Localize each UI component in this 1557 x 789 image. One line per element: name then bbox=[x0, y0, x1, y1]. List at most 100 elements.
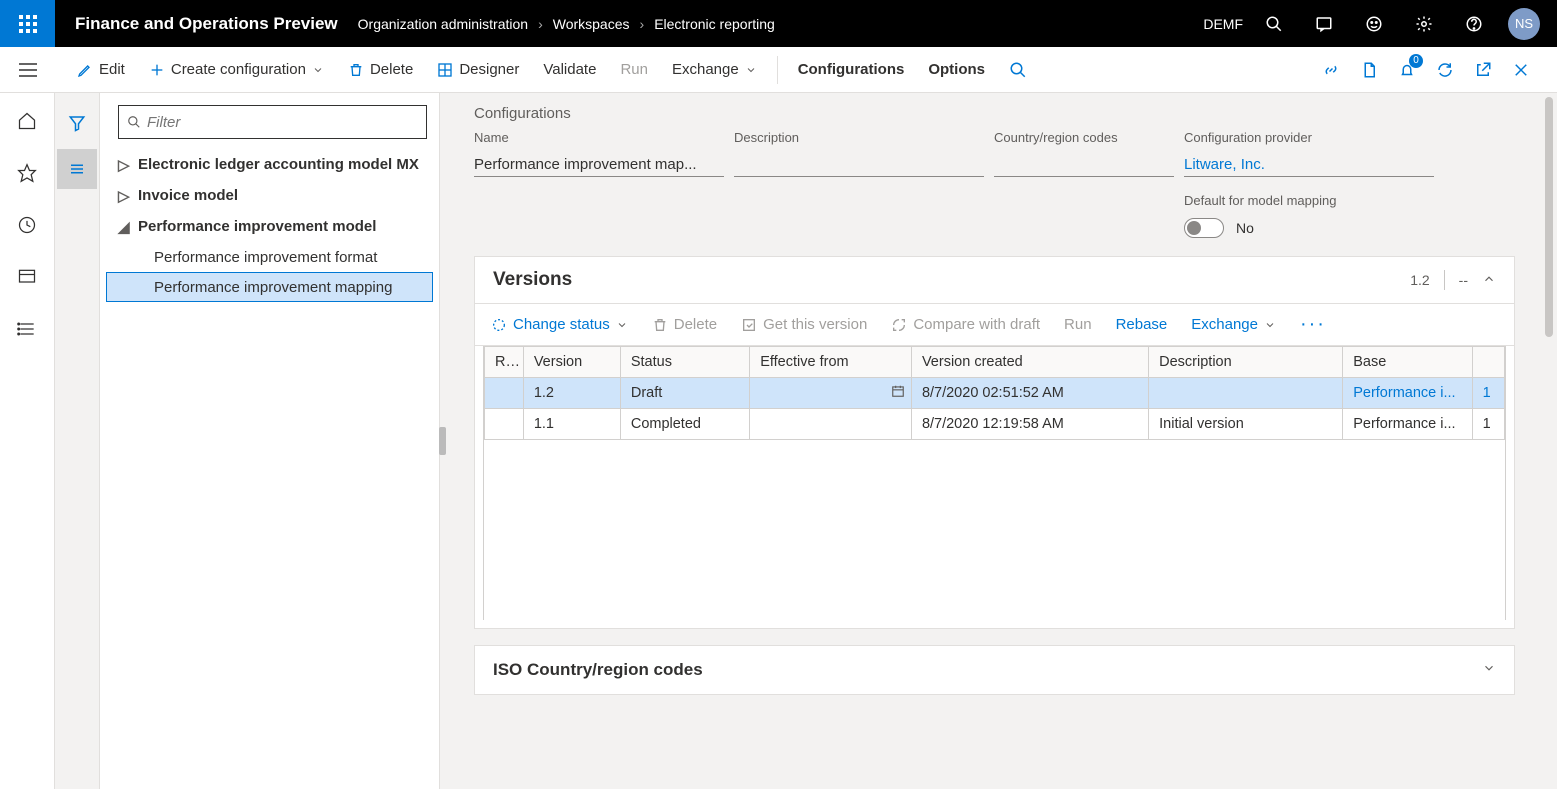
get-version-button: Get this version bbox=[733, 312, 875, 337]
caret-right-icon: ▷ bbox=[118, 187, 132, 205]
tree-node-perf-mapping[interactable]: Performance improvement mapping bbox=[106, 272, 433, 302]
recent-icon[interactable] bbox=[9, 207, 45, 243]
company-picker[interactable]: DEMF bbox=[1203, 16, 1243, 32]
change-status-button[interactable]: Change status bbox=[483, 312, 636, 337]
provider-label: Configuration provider bbox=[1184, 130, 1434, 145]
list-icon[interactable] bbox=[57, 149, 97, 189]
options-tab[interactable]: Options bbox=[916, 61, 997, 78]
chevron-right-icon: › bbox=[538, 16, 543, 32]
popout-icon[interactable] bbox=[1465, 52, 1501, 88]
settings-icon[interactable] bbox=[1401, 0, 1447, 47]
exchange-button[interactable]: Exchange bbox=[660, 61, 769, 78]
download-icon bbox=[741, 317, 757, 333]
divider bbox=[1444, 270, 1445, 290]
breadcrumb-er[interactable]: Electronic reporting bbox=[654, 16, 775, 32]
col-bn[interactable] bbox=[1472, 347, 1504, 378]
col-effective[interactable]: Effective from bbox=[750, 347, 912, 378]
col-r[interactable]: R... bbox=[485, 347, 524, 378]
tree-node-perf-model[interactable]: ◢Performance improvement model bbox=[106, 211, 433, 242]
breadcrumb-workspaces[interactable]: Workspaces bbox=[553, 16, 630, 32]
help-icon[interactable] bbox=[1451, 0, 1497, 47]
divider bbox=[777, 56, 778, 84]
iso-title: ISO Country/region codes bbox=[493, 660, 1482, 680]
table-row[interactable]: 1.1 Completed 8/7/2020 12:19:58 AM Initi… bbox=[485, 409, 1505, 440]
filter-field[interactable] bbox=[147, 114, 418, 131]
user-avatar[interactable]: NS bbox=[1501, 0, 1547, 47]
status-icon bbox=[491, 317, 507, 333]
run-button: Run bbox=[608, 61, 660, 78]
modules-icon[interactable] bbox=[9, 311, 45, 347]
home-icon[interactable] bbox=[9, 103, 45, 139]
search-icon bbox=[127, 115, 141, 129]
calendar-icon[interactable] bbox=[891, 384, 905, 402]
funnel-icon[interactable] bbox=[57, 103, 97, 143]
more-icon[interactable]: ··· bbox=[1292, 313, 1334, 336]
version-run-button: Run bbox=[1056, 312, 1100, 337]
chevron-down-icon bbox=[616, 319, 628, 331]
version-delete-button: Delete bbox=[644, 312, 725, 337]
tree-node-invoice[interactable]: ▷Invoice model bbox=[106, 180, 433, 211]
close-icon[interactable] bbox=[1503, 52, 1539, 88]
country-label: Country/region codes bbox=[994, 130, 1174, 145]
provider-value[interactable]: Litware, Inc. bbox=[1184, 149, 1434, 177]
workspaces-icon[interactable] bbox=[9, 259, 45, 295]
chevron-right-icon: › bbox=[640, 16, 645, 32]
designer-button[interactable]: Designer bbox=[425, 61, 531, 78]
iso-card[interactable]: ISO Country/region codes bbox=[474, 645, 1515, 695]
versions-table: R... Version Status Effective from Versi… bbox=[484, 346, 1505, 620]
default-mapping-toggle[interactable] bbox=[1184, 218, 1224, 238]
tree-node-perf-format[interactable]: Performance improvement format bbox=[106, 242, 433, 272]
chevron-down-icon[interactable] bbox=[1482, 661, 1496, 678]
messages-icon[interactable] bbox=[1301, 0, 1347, 47]
name-label: Name bbox=[474, 130, 724, 145]
plus-icon bbox=[149, 62, 165, 78]
feedback-icon[interactable] bbox=[1351, 0, 1397, 47]
menu-collapse-icon[interactable] bbox=[0, 47, 55, 93]
edit-button[interactable]: Edit bbox=[65, 61, 137, 78]
description-value[interactable] bbox=[734, 149, 984, 177]
filter-input[interactable] bbox=[118, 105, 427, 139]
section-title: Configurations bbox=[474, 105, 1515, 122]
col-created[interactable]: Version created bbox=[911, 347, 1148, 378]
favorites-icon[interactable] bbox=[9, 155, 45, 191]
chevron-up-icon[interactable] bbox=[1482, 272, 1496, 289]
app-launcher[interactable] bbox=[0, 0, 55, 47]
col-base[interactable]: Base bbox=[1343, 347, 1472, 378]
validate-button[interactable]: Validate bbox=[531, 61, 608, 78]
table-row[interactable]: 1.2 Draft 8/7/2020 02:51:52 AM Performan… bbox=[485, 378, 1505, 409]
tree-pane: ▷Electronic ledger accounting model MX ▷… bbox=[100, 93, 440, 789]
search-icon[interactable] bbox=[1251, 0, 1297, 47]
link-icon[interactable] bbox=[1313, 52, 1349, 88]
notifications-icon[interactable]: 0 bbox=[1389, 52, 1425, 88]
col-description[interactable]: Description bbox=[1149, 347, 1343, 378]
default-mapping-label: Default for model mapping bbox=[1184, 193, 1434, 208]
breadcrumb-org[interactable]: Organization administration bbox=[358, 16, 528, 32]
filter-rail bbox=[55, 93, 100, 789]
create-configuration-button[interactable]: Create configuration bbox=[137, 61, 336, 78]
tree-node-ledger[interactable]: ▷Electronic ledger accounting model MX bbox=[106, 149, 433, 180]
name-value[interactable]: Performance improvement map... bbox=[474, 149, 724, 177]
col-status[interactable]: Status bbox=[620, 347, 749, 378]
pencil-icon bbox=[77, 62, 93, 78]
scrollbar[interactable] bbox=[1541, 93, 1557, 789]
breadcrumb: Organization administration › Workspaces… bbox=[358, 16, 775, 32]
compare-icon bbox=[891, 317, 907, 333]
refresh-icon[interactable] bbox=[1427, 52, 1463, 88]
trash-icon bbox=[348, 62, 364, 78]
country-value[interactable] bbox=[994, 149, 1174, 177]
chevron-down-icon bbox=[1264, 319, 1276, 331]
attachments-icon[interactable] bbox=[1351, 52, 1387, 88]
action-search-icon[interactable] bbox=[997, 61, 1039, 79]
chevron-down-icon bbox=[312, 64, 324, 76]
nav-rail bbox=[0, 93, 55, 789]
splitter[interactable] bbox=[440, 93, 448, 789]
version-exchange-button[interactable]: Exchange bbox=[1183, 312, 1284, 337]
delete-button[interactable]: Delete bbox=[336, 61, 425, 78]
versions-title: Versions bbox=[493, 269, 1410, 291]
default-mapping-value: No bbox=[1236, 220, 1254, 236]
configurations-tab[interactable]: Configurations bbox=[786, 61, 917, 78]
versions-card: Versions 1.2 -- Change status Delete Get… bbox=[474, 256, 1515, 629]
main-content: Configurations Name Performance improvem… bbox=[448, 93, 1541, 789]
col-version[interactable]: Version bbox=[523, 347, 620, 378]
rebase-button[interactable]: Rebase bbox=[1108, 312, 1176, 337]
